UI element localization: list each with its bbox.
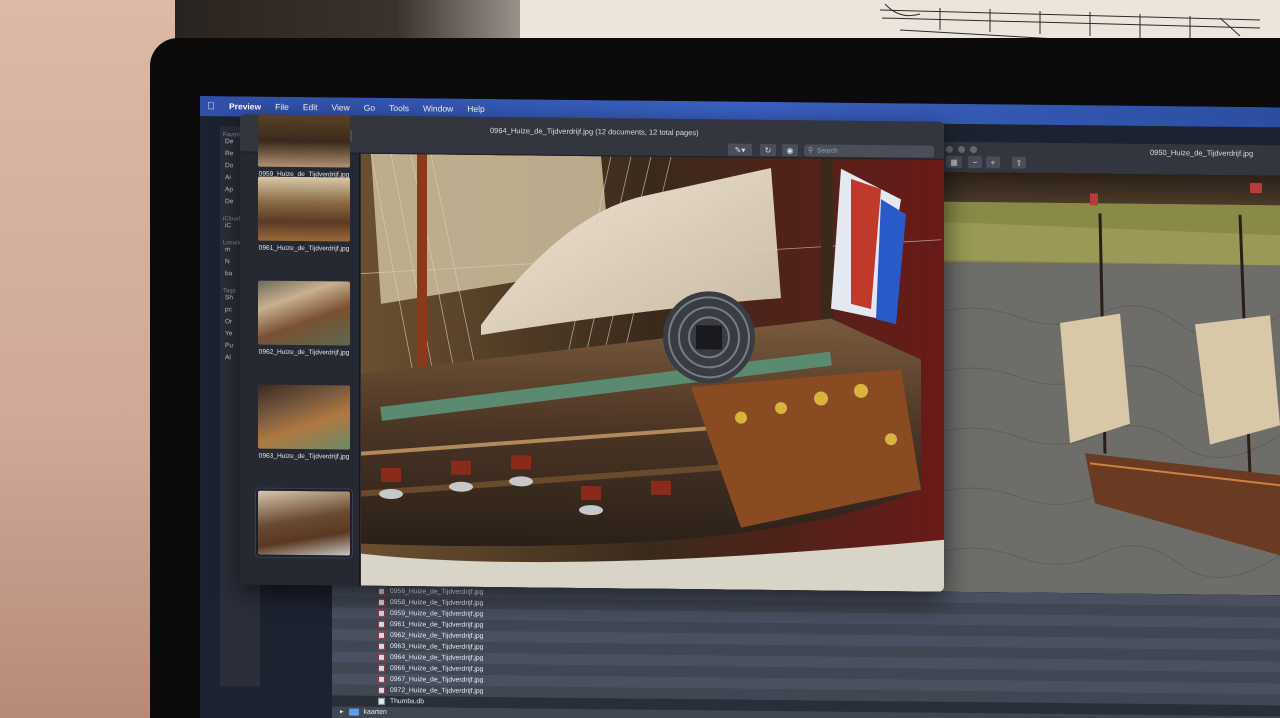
search-icon: ⚲	[808, 147, 814, 155]
file-name: 0959_Huize_de_Tijdverdrijf.jpg	[390, 609, 484, 618]
jpg-file-icon	[378, 686, 385, 694]
jpg-file-icon	[378, 609, 385, 617]
folder-row[interactable]: ▸ kaarten	[340, 707, 387, 716]
zoom-button[interactable]	[970, 146, 977, 154]
jpg-file-icon	[378, 587, 385, 595]
close-button[interactable]	[946, 145, 953, 153]
menu-file[interactable]: File	[268, 102, 296, 112]
file-name: Thumbs.db	[390, 697, 425, 706]
thumbnail[interactable]: 0961_Huize_de_Tijdverdrijf.jpg	[258, 176, 350, 253]
file-name: 0958_Huize_de_Tijdverdrijf.jpg	[390, 598, 484, 607]
ship-model-image	[361, 153, 944, 592]
title-bar-2: ▦ − + ⇧ 0950_Huize_de_Tijdverdrijf.jpg	[940, 141, 1280, 176]
minimize-button[interactable]	[958, 145, 965, 154]
zoom-in-button[interactable]: +	[986, 156, 1000, 169]
window-title-2: 0950_Huize_de_Tijdverdrijf.jpg	[1150, 147, 1254, 159]
thumbnail[interactable]: 0963_Huize_de_Tijdverdrijf.jpg	[258, 384, 350, 461]
thumbnail[interactable]: 0962_Huize_de_Tijdverdrijf.jpg	[258, 280, 350, 357]
jpg-file-icon	[378, 642, 385, 650]
share-button[interactable]: ⇧	[1012, 156, 1026, 169]
folder-name: kaarten	[363, 708, 387, 716]
search-field[interactable]: ⚲ Search	[804, 144, 934, 158]
folder-icon	[348, 708, 359, 716]
wall	[0, 0, 175, 718]
file-name: 0967_Huize_de_Tijdverdrijf.jpg	[390, 675, 484, 684]
file-name: 0961_Huize_de_Tijdverdrijf.jpg	[390, 620, 484, 629]
thumbnail-label: 0962_Huize_de_Tijdverdrijf.jpg	[258, 348, 350, 357]
disclosure-triangle-icon[interactable]: ▸	[340, 707, 344, 715]
window-title: 0964_Huize_de_Tijdverdrijf.jpg (12 docum…	[490, 126, 699, 138]
thumbnail-label: 0963_Huize_de_Tijdverdrijf.jpg	[258, 452, 350, 461]
file-name: 0972_Huize_de_Tijdverdrijf.jpg	[390, 686, 484, 695]
thumbnail-image	[258, 384, 350, 450]
thumbnail-label	[258, 559, 350, 560]
jpg-file-icon	[378, 631, 385, 639]
markup-pen-button[interactable]: ✎▾	[728, 143, 752, 156]
thumbnail-selected[interactable]	[256, 488, 352, 560]
thumbnail-sidebar: 0959_Huize_de_Tijdverdrijf.jpg 0961_Huiz…	[240, 114, 360, 586]
apple-icon[interactable]: 	[200, 101, 222, 112]
thumbnail-image	[258, 114, 350, 168]
menu-view[interactable]: View	[325, 102, 357, 112]
preview-window-2: ▦ − + ⇧ 0950_Huize_de_Tijdverdrijf.jpg	[940, 141, 1280, 596]
markup-button[interactable]: ◉	[782, 144, 798, 157]
search-placeholder: Search	[817, 146, 838, 155]
file-name: 0962_Huize_de_Tijdverdrijf.jpg	[390, 631, 484, 640]
preview-window: ▦▾ − + ⇧ 0964_Huize_de_Tijdverdrijf.jpg …	[240, 114, 944, 592]
thumbnail[interactable]: 0959_Huize_de_Tijdverdrijf.jpg	[258, 114, 350, 179]
thumbnail-image	[256, 488, 352, 558]
file-name: 0966_Huize_de_Tijdverdrijf.jpg	[390, 664, 484, 673]
menu-tools[interactable]: Tools	[382, 103, 416, 113]
thumbnail-image	[258, 176, 350, 242]
rotate-button[interactable]: ↻	[760, 143, 776, 157]
jpg-file-icon	[378, 675, 385, 683]
thumbnail-label: 0961_Huize_de_Tijdverdrijf.jpg	[258, 244, 350, 253]
sidebar-toggle-button[interactable]: ▦	[946, 155, 962, 168]
document-icon	[378, 697, 385, 705]
menu-go[interactable]: Go	[357, 103, 382, 113]
file-name: 0964_Huize_de_Tijdverdrijf.jpg	[390, 653, 484, 662]
jpg-file-icon	[378, 653, 385, 661]
window-controls-2	[946, 145, 977, 154]
jpg-file-icon	[378, 664, 385, 672]
jpg-file-icon	[378, 620, 385, 628]
screen:  Preview File Edit View Go Tools Window…	[200, 96, 1280, 718]
menu-window[interactable]: Window	[416, 103, 460, 113]
thumbnail-image	[258, 280, 350, 346]
file-name: 0956_Huize_de_Tijdverdrijf.jpg	[390, 587, 484, 596]
jpg-file-icon	[378, 598, 385, 606]
zoom-out-button[interactable]: −	[968, 156, 982, 169]
finder-file-list: 0956_Huize_de_Tijdverdrijf.jpg 0958_Huiz…	[332, 585, 1280, 718]
menu-help[interactable]: Help	[460, 104, 491, 114]
photo-scene:  Preview File Edit View Go Tools Window…	[0, 0, 1280, 718]
file-name: 0963_Huize_de_Tijdverdrijf.jpg	[390, 642, 484, 651]
ship-model-image-2	[940, 171, 1280, 596]
menu-edit[interactable]: Edit	[296, 102, 325, 112]
menu-preview[interactable]: Preview	[222, 101, 268, 111]
